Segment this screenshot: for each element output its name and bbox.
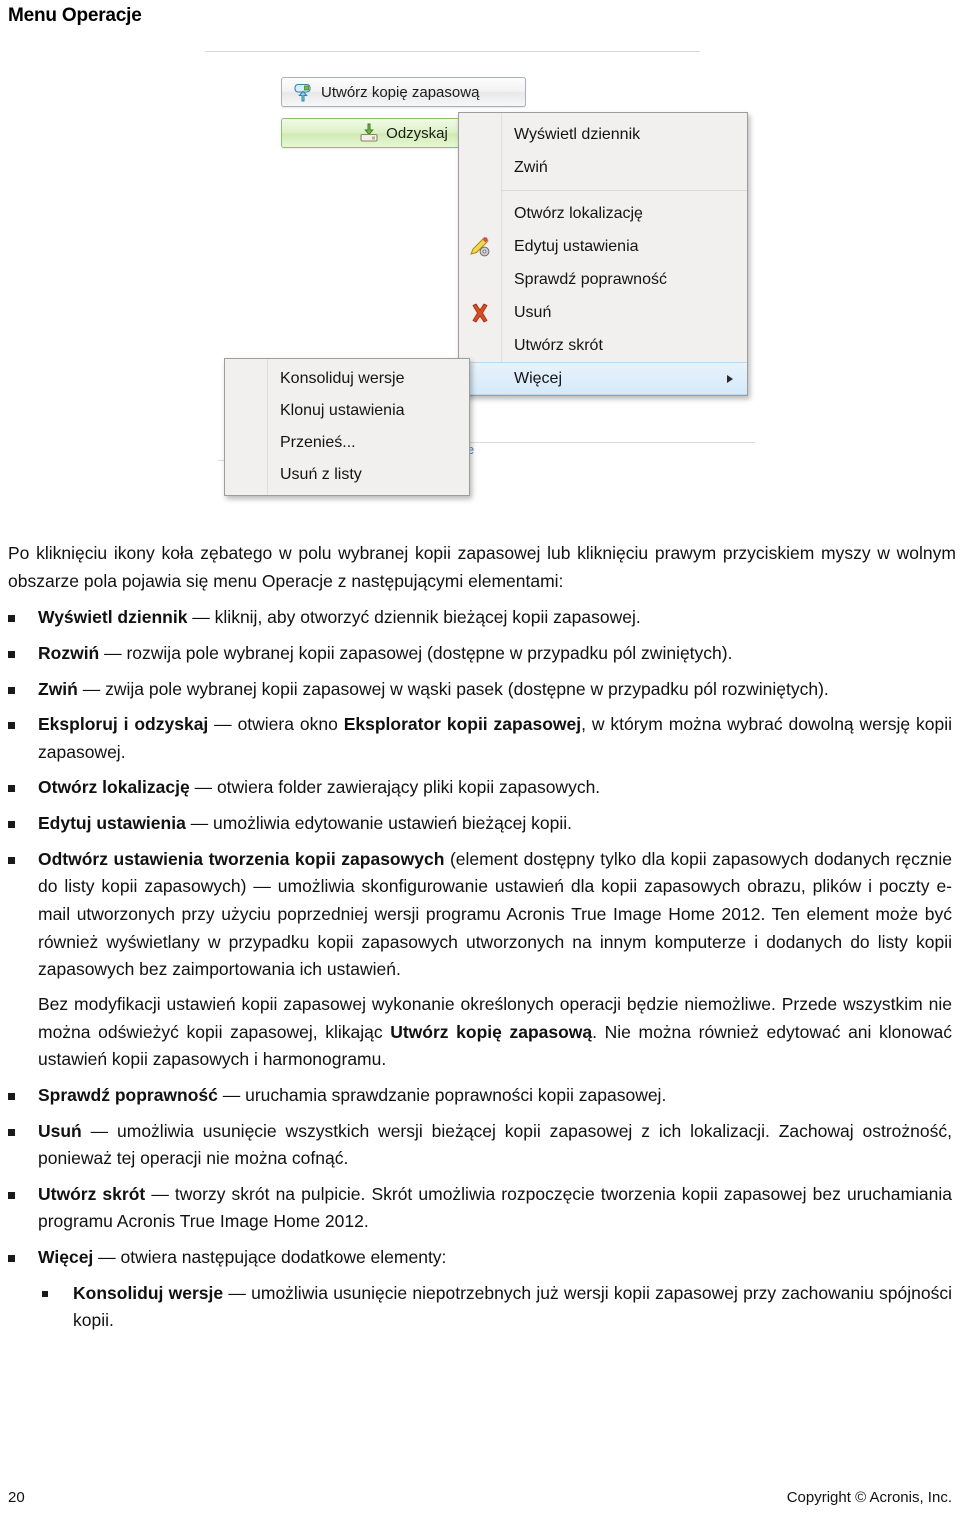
restore-button-label: Odzyskaj: [386, 124, 448, 142]
menu-item-label: Usuń: [514, 303, 552, 321]
list-item-term: Konsoliduj wersje: [73, 1282, 224, 1303]
list-item-term: Więcej: [38, 1247, 94, 1268]
submenu-item-move[interactable]: Przenieś...: [225, 427, 469, 459]
menu-item-label: Zwiń: [514, 158, 548, 176]
menu-item-edit-settings[interactable]: Edytuj ustawienia: [459, 230, 747, 263]
backup-upload-icon: [293, 82, 313, 102]
menu-item-open-location[interactable]: Otwórz lokalizację: [459, 197, 747, 230]
menu-item-more[interactable]: Więcej: [459, 362, 747, 395]
list-item-text: — uruchamia sprawdzanie poprawności kopi…: [217, 1084, 667, 1105]
list-item-text: — otwiera folder zawierający pliki kopii…: [189, 777, 601, 798]
menu-item-view-log[interactable]: Wyświetl dziennik: [459, 118, 747, 151]
list-item-text: — tworzy skrót na pulpicie. Skrót umożli…: [38, 1183, 953, 1232]
pencil-gear-icon: [469, 236, 491, 258]
list-item-term: Zwiń: [38, 678, 78, 699]
submenu-item-consolidate-versions[interactable]: Konsoliduj wersje: [225, 363, 469, 395]
list-item-text: — zwija pole wybranej kopii zapasowej w …: [77, 678, 829, 699]
menu-item-label: Wyświetl dziennik: [514, 125, 641, 143]
list-item: Edytuj ustawienia — umożliwia edytowanie…: [0, 810, 960, 838]
underlying-window-line-right: [470, 442, 755, 443]
list-item: Zwiń — zwija pole wybranej kopii zapasow…: [0, 676, 960, 704]
menu-item-label: Utwórz skrót: [514, 336, 603, 354]
menu-item-label: Sprawdź poprawność: [514, 270, 667, 288]
operations-list: Wyświetl dziennik — kliknij, aby otworzy…: [0, 604, 960, 1335]
create-backup-button-label: Utwórz kopię zapasową: [321, 83, 480, 101]
operations-context-menu: Wyświetl dziennik Zwiń Otwórz lokalizacj…: [458, 112, 748, 396]
list-item-term: Eksploruj i odzyskaj: [38, 714, 209, 735]
list-item-sub-paragraph: Bez modyfikacji ustawień kopii zapasowej…: [38, 991, 952, 1074]
menu-item-label: Edytuj ustawienia: [514, 237, 639, 255]
context-menu-items: Wyświetl dziennik Zwiń Otwórz lokalizacj…: [459, 113, 747, 395]
restore-download-icon: [359, 123, 379, 143]
menu-item-delete[interactable]: Usuń: [459, 296, 747, 329]
list-item-term: Utwórz skrót: [38, 1183, 146, 1204]
list-item-term: Otwórz lokalizację: [38, 777, 190, 798]
chevron-right-icon: [727, 374, 733, 383]
list-item-term: Wyświetl dziennik: [38, 607, 188, 628]
footer-copyright: Copyright © Acronis, Inc.: [786, 1489, 952, 1506]
submenu-item-clone-settings[interactable]: Klonuj ustawienia: [225, 395, 469, 427]
more-submenu: Konsoliduj wersje Klonuj ustawienia Prze…: [224, 358, 470, 496]
list-item-term-secondary: Eksplorator kopii zapasowej: [343, 714, 582, 735]
document-body: Po kliknięciu ikony koła zębatego w polu…: [0, 540, 960, 1343]
menu-item-validate[interactable]: Sprawdź poprawność: [459, 263, 747, 296]
sub-paragraph-term: Utwórz kopię zapasową: [390, 1021, 593, 1042]
list-item-text: — rozwija pole wybranej kopii zapasowej …: [99, 642, 733, 663]
submenu-item-remove-from-list[interactable]: Usuń z listy: [225, 459, 469, 491]
list-item: Sprawdź poprawność — uruchamia sprawdzan…: [0, 1082, 960, 1110]
list-item: Wyświetl dziennik — kliknij, aby otworzy…: [0, 604, 960, 632]
list-item-term: Sprawdź poprawność: [38, 1084, 218, 1105]
red-x-icon: [469, 302, 491, 324]
list-item: Eksploruj i odzyskaj — otwiera okno Eksp…: [0, 711, 960, 766]
create-backup-button[interactable]: Utwórz kopię zapasową: [281, 77, 526, 107]
list-item-term: Usuń: [38, 1120, 82, 1141]
list-item-text: — kliknij, aby otworzyć dziennik bieżące…: [187, 607, 641, 628]
menu-item-label: Więcej: [514, 369, 563, 387]
list-item: Więcej — otwiera następujące dodatkowe e…: [0, 1244, 960, 1272]
list-item-text: — otwiera okno: [208, 714, 344, 735]
submenu-item-label: Usuń z listy: [280, 466, 362, 483]
list-item-text: — umożliwia usunięcie wszystkich wersji …: [38, 1120, 952, 1169]
page-footer: 20 Copyright © Acronis, Inc.: [0, 1489, 960, 1509]
list-item-term: Odtwórz ustawienia tworzenia kopii zapas…: [38, 848, 445, 869]
list-item: Otwórz lokalizację — otwiera folder zawi…: [0, 774, 960, 802]
figure-top-rule: [205, 51, 700, 52]
list-item-text: — umożliwia edytowanie ustawień bieżącej…: [185, 813, 572, 834]
list-item: Odtwórz ustawienia tworzenia kopii zapas…: [0, 846, 960, 1074]
intro-paragraph: Po kliknięciu ikony koła zębatego w polu…: [8, 543, 956, 591]
footer-page-number: 20: [8, 1489, 25, 1506]
operations-menu-screenshot: e Utwórz kopię zapasową Odzyskaj Wyświet…: [0, 44, 960, 514]
list-item: Utwórz skrót — tworzy skrót na pulpicie.…: [0, 1181, 960, 1236]
menu-item-create-shortcut[interactable]: Utwórz skrót: [459, 329, 747, 362]
menu-item-collapse[interactable]: Zwiń: [459, 151, 747, 184]
menu-separator: [501, 190, 747, 191]
list-item: Rozwiń — rozwija pole wybranej kopii zap…: [0, 640, 960, 668]
menu-item-label: Otwórz lokalizację: [514, 204, 643, 222]
submenu-item-label: Przenieś...: [280, 434, 356, 451]
list-item-text: — otwiera następujące dodatkowe elementy…: [93, 1247, 447, 1268]
submenu-item-label: Konsoliduj wersje: [280, 370, 405, 387]
list-item-nested: Konsoliduj wersje — umożliwia usunięcie …: [0, 1280, 960, 1335]
list-item-term: Rozwiń: [38, 642, 100, 663]
page-title: Menu Operacje: [8, 5, 142, 26]
list-item: Usuń — umożliwia usunięcie wszystkich we…: [0, 1118, 960, 1173]
list-item-term: Edytuj ustawienia: [38, 813, 186, 834]
submenu-item-label: Klonuj ustawienia: [280, 402, 405, 419]
